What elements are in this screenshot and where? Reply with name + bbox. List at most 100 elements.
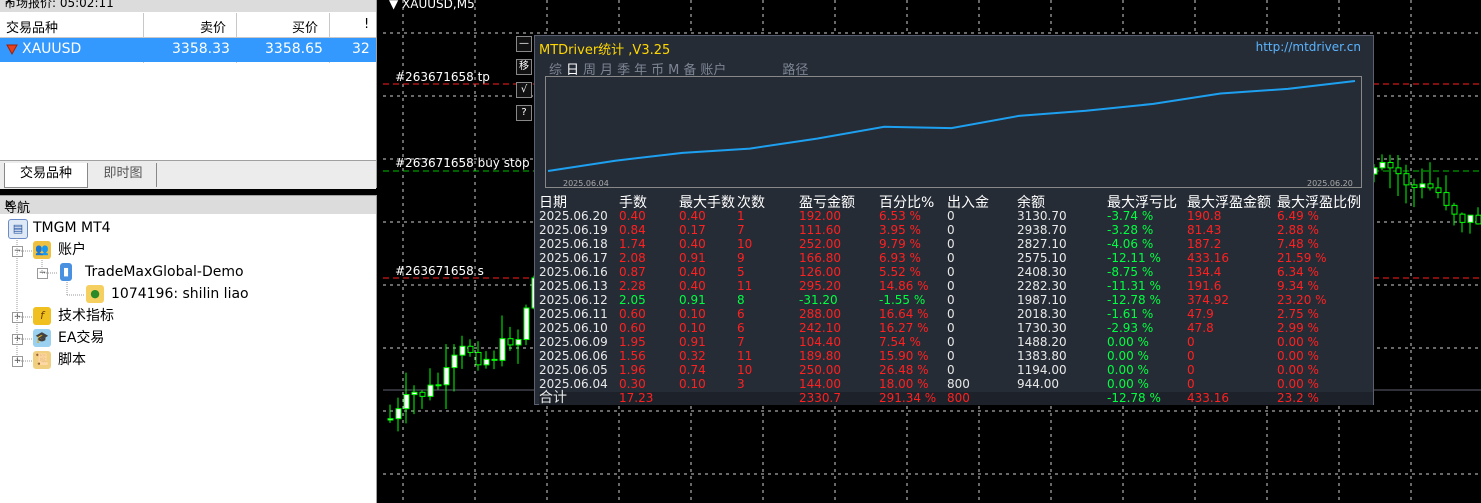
table-cell: 16.64 %: [879, 307, 929, 321]
table-cell: 15.90 %: [879, 349, 929, 363]
stats-title: MTDriver统计 ,V3.25: [539, 43, 671, 58]
table-cell: 433.16: [1187, 251, 1229, 265]
column-header-spread[interactable]: !: [364, 17, 369, 32]
table-cell: 0.00 %: [1107, 349, 1149, 363]
table-cell: 0: [947, 363, 955, 377]
confirm-button[interactable]: √: [516, 82, 532, 98]
table-cell: -11.31 %: [1107, 279, 1161, 293]
column-header-ask[interactable]: 买价: [292, 17, 318, 36]
table-cell: 134.4: [1187, 265, 1222, 279]
equity-curve: [547, 80, 1356, 172]
table-cell: 0.74: [679, 363, 706, 377]
table-cell: 0: [947, 265, 955, 279]
table-cell: 1383.80: [1017, 349, 1067, 363]
move-button[interactable]: 移: [516, 59, 532, 75]
table-cell: 6: [737, 321, 745, 335]
table-cell: 0: [947, 209, 955, 223]
market-watch-close-icon[interactable]: ×: [4, 0, 370, 8]
table-cell: 0: [1187, 349, 1195, 363]
table-cell: 1.56: [619, 349, 646, 363]
total-label: 合计: [539, 390, 567, 406]
table-cell: 2575.10: [1017, 251, 1067, 265]
table-cell: -8.75 %: [1107, 265, 1154, 279]
table-cell: 2025.06.12: [539, 293, 608, 307]
table-cell: 26.48 %: [879, 363, 929, 377]
table-cell: 2.28: [619, 279, 646, 293]
table-cell: 0.40: [679, 279, 706, 293]
table-cell: 2018.30: [1017, 307, 1067, 321]
table-cell: 2025.06.19: [539, 223, 608, 237]
equity-curve-chart: [545, 76, 1362, 188]
candle: [507, 326, 514, 351]
help-button[interactable]: ?: [516, 105, 532, 121]
candle: [523, 304, 530, 346]
table-cell: 0: [1187, 335, 1195, 349]
table-cell: -1.61 %: [1107, 307, 1154, 321]
table-cell: 2.08: [619, 251, 646, 265]
candle: [403, 372, 410, 424]
equity-line: [547, 80, 1356, 172]
table-cell: 0.00 %: [1277, 377, 1319, 391]
symbol-row-xauusd[interactable]: XAUUSD 3358.33 3358.65 32: [0, 38, 376, 62]
table-cell: 9.34 %: [1277, 279, 1319, 293]
tab-symbols[interactable]: 交易品种: [4, 163, 88, 188]
table-cell: 7: [737, 223, 745, 237]
table-cell: 1: [737, 209, 745, 223]
table-cell: 6.93 %: [879, 251, 921, 265]
table-cell: 6.49 %: [1277, 209, 1319, 223]
table-cell: 242.10: [799, 321, 841, 335]
table-cell: 0.00 %: [1277, 363, 1319, 377]
column-header-bid[interactable]: 卖价: [200, 17, 226, 36]
equity-end-date: 2025.06.20: [1307, 179, 1353, 188]
table-cell: 6: [737, 307, 745, 321]
table-cell: 0.40: [619, 209, 646, 223]
market-watch-panel: 市场报价: 05:02:11 × 交易品种 卖价 买价 ! XAUUSD 335…: [0, 0, 377, 189]
table-cell: 2025.06.18: [539, 237, 608, 251]
table-cell: 0: [1187, 363, 1195, 377]
table-cell: 47.8: [1187, 321, 1214, 335]
column-header-symbol[interactable]: 交易品种: [6, 17, 58, 36]
table-cell: 5.52 %: [879, 265, 921, 279]
table-cell: 0.00 %: [1107, 335, 1149, 349]
candle: [395, 397, 402, 432]
total-max-float-profit: 433.16: [1187, 391, 1229, 405]
table-cell: 0: [947, 293, 955, 307]
table-cell: 8: [737, 293, 745, 307]
table-cell: 7: [737, 335, 745, 349]
table-cell: 1.96: [619, 363, 646, 377]
candle: [1379, 154, 1386, 171]
table-cell: 3: [737, 377, 745, 391]
market-watch-title-bar: 市场报价: 05:02:11 ×: [0, 0, 376, 12]
table-cell: 1987.10: [1017, 293, 1067, 307]
total-max-float-ratio: 23.2 %: [1277, 391, 1319, 405]
table-cell: 0.10: [679, 307, 706, 321]
table-cell: 0.30: [619, 377, 646, 391]
symbol-name: XAUUSD: [22, 41, 82, 57]
table-cell: 0.87: [619, 265, 646, 279]
tab-tick-chart[interactable]: 即时图: [90, 163, 157, 187]
table-cell: 11: [737, 349, 753, 363]
table-cell: 2025.06.16: [539, 265, 608, 279]
table-cell: 0.32: [679, 349, 706, 363]
table-cell: 944.00: [1017, 377, 1059, 391]
table-cell: 0.00 %: [1107, 363, 1149, 377]
table-cell: 9: [737, 251, 745, 265]
stats-url-link[interactable]: http://mtdriver.cn: [1256, 40, 1361, 54]
minimize-button[interactable]: —: [516, 36, 532, 52]
table-cell: 47.9: [1187, 307, 1214, 321]
total-profit: 2330.7: [799, 391, 841, 405]
table-cell: 252.00: [799, 237, 841, 251]
candle: [1435, 177, 1442, 199]
table-cell: 800: [947, 377, 970, 391]
table-cell: 14.86 %: [879, 279, 929, 293]
order-tp-label: #263671658 tp: [395, 70, 490, 84]
candle: [1411, 178, 1418, 208]
ask-price: 3358.65: [265, 41, 323, 57]
table-cell: 192.00: [799, 209, 841, 223]
table-cell: 2.75 %: [1277, 307, 1319, 321]
table-cell: 0.00 %: [1107, 377, 1149, 391]
table-cell: 0.40: [679, 237, 706, 251]
candle: [483, 351, 490, 369]
table-cell: 111.60: [799, 223, 841, 237]
tree-item-account[interactable]: 1074196: shilin liao: [111, 284, 249, 304]
